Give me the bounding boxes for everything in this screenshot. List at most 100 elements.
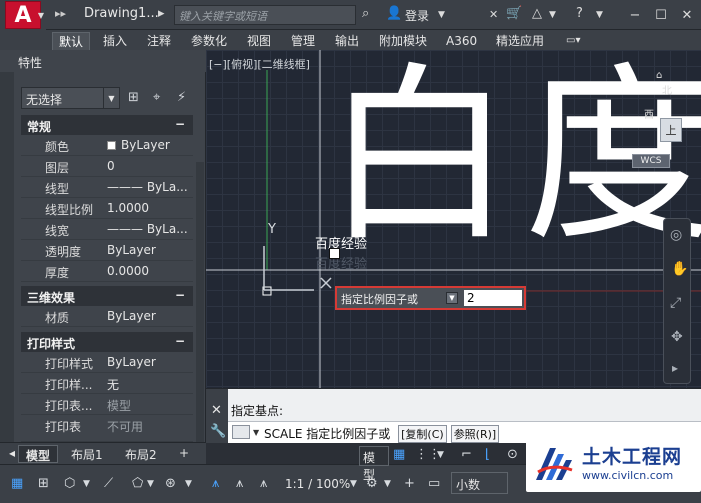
help-icon[interactable]: ? xyxy=(576,6,583,21)
viewcube-home-icon[interactable]: ⌂ xyxy=(656,70,662,81)
grid-icon[interactable]: ▦ xyxy=(393,447,405,462)
prop-row-material[interactable]: 材质 ByLayer xyxy=(21,306,193,327)
civilcn-logo-icon xyxy=(536,448,573,480)
prop-row-plot-type[interactable]: 打印表 不可用 xyxy=(21,415,193,442)
snap-mode-icon[interactable]: ⊞ xyxy=(38,476,49,491)
palette-scrollbar[interactable] xyxy=(196,162,204,442)
wcs-menu[interactable]: WCS xyxy=(632,154,670,168)
customize-icon[interactable]: 🔧 xyxy=(210,424,226,439)
option-reference[interactable]: 参照(R)] xyxy=(450,425,500,443)
title-more-icon[interactable]: ▸ xyxy=(158,6,165,21)
text-grip[interactable] xyxy=(329,248,340,259)
infer-constraints-icon[interactable]: ⌐ xyxy=(461,447,472,462)
tab-model[interactable]: 模型 xyxy=(18,445,59,463)
tab-layout1[interactable]: 布局1 xyxy=(64,445,110,463)
login-dropdown-icon[interactable]: ▼ xyxy=(438,10,445,20)
prop-row-lineweight[interactable]: 线宽 ——— ByLa... xyxy=(21,219,193,240)
quick-access-expand-icon[interactable]: ▸▸ xyxy=(55,7,66,20)
tab-manage[interactable]: 管理 xyxy=(285,32,321,50)
section-3d-effects[interactable]: 三维效果 − xyxy=(21,286,193,306)
dynamic-ucs-icon[interactable]: ⟋ xyxy=(104,476,113,491)
section-general[interactable]: 常规 − xyxy=(21,115,193,135)
prop-row-plot-style[interactable]: 打印样式 ByLayer xyxy=(21,352,193,373)
close-button[interactable]: ✕ xyxy=(676,5,698,25)
binoculars-icon[interactable]: ⌕ xyxy=(362,6,369,21)
toggle-pickadd-icon[interactable]: ⊞ xyxy=(128,90,139,105)
annotation-scale-icon[interactable]: ⩚ xyxy=(260,476,267,491)
select-objects-icon[interactable]: ⌖ xyxy=(153,90,160,105)
tab-output[interactable]: 输出 xyxy=(329,32,365,50)
recent-commands-icon[interactable] xyxy=(232,425,250,439)
chevron-down-icon[interactable]: ▼ xyxy=(350,479,357,489)
close-command-icon[interactable]: ✕ xyxy=(211,403,222,418)
annotation-visibility-icon[interactable]: ⩚ xyxy=(212,476,219,491)
3d-object-snap-icon[interactable]: ⬡ xyxy=(64,476,75,491)
units-icon[interactable]: ▭ xyxy=(428,476,440,491)
ortho-icon[interactable]: ⌊ xyxy=(485,447,490,462)
scale-factor-input[interactable] xyxy=(464,290,522,306)
large-text-char-1[interactable]: 白 xyxy=(324,62,514,252)
annotation-monitor-icon[interactable]: + xyxy=(404,476,415,491)
chevron-down-icon[interactable]: ▼ xyxy=(437,450,444,460)
tab-insert[interactable]: 插入 xyxy=(97,32,133,50)
exchange-icon[interactable]: ✕ xyxy=(489,8,498,21)
section-plot-style[interactable]: 打印样式 − xyxy=(21,332,193,352)
grid-display-icon[interactable]: ▦ xyxy=(11,476,23,491)
prop-row-layer[interactable]: 图层 0 xyxy=(21,156,193,177)
pan-icon[interactable]: ✋ xyxy=(671,261,688,277)
tab-featured-apps[interactable]: 精选应用 xyxy=(490,32,550,50)
prop-row-transparency[interactable]: 透明度 ByLayer xyxy=(21,240,193,261)
polar-tracking-icon[interactable]: ⊙ xyxy=(507,447,518,462)
gizmo-icon[interactable]: ⊛ xyxy=(165,476,176,491)
prop-row-plot-table[interactable]: 打印样... 无 xyxy=(21,373,193,394)
tab-view[interactable]: 视图 xyxy=(241,32,277,50)
viewcube-face-top[interactable]: 上 xyxy=(660,118,682,142)
auto-scale-icon[interactable]: ⩚ xyxy=(236,476,243,491)
user-icon[interactable]: 👤 xyxy=(386,6,402,21)
a360-icon[interactable]: △ xyxy=(532,6,542,21)
chevron-down-icon[interactable]: ▼ xyxy=(147,479,154,489)
prop-row-plot-attached[interactable]: 打印表... 模型 xyxy=(21,394,193,415)
tab-a360[interactable]: A360 xyxy=(440,32,483,50)
palette-title-strip[interactable] xyxy=(0,72,14,442)
cart-icon[interactable]: 🛒 xyxy=(506,6,522,21)
minimize-button[interactable]: − xyxy=(624,5,646,25)
a360-dropdown-icon[interactable]: ▼ xyxy=(549,10,556,20)
application-menu-button[interactable]: A ▼ xyxy=(0,0,46,30)
search-input[interactable]: 键入关键字或短语 xyxy=(174,5,356,25)
login-link[interactable]: 登录 xyxy=(405,7,429,24)
prop-row-color[interactable]: 颜色 ByLayer xyxy=(21,135,193,156)
tab-annotate[interactable]: 注释 xyxy=(141,32,177,50)
option-copy[interactable]: [复制(C) xyxy=(398,425,447,443)
prop-key: 厚度 xyxy=(45,266,70,280)
steering-wheel-icon[interactable]: ◎ xyxy=(670,227,682,243)
model-space-button[interactable]: 模型 xyxy=(359,446,389,482)
text-object[interactable]: 百度经验 xyxy=(315,233,367,252)
annotation-scale-value[interactable]: 1:1 / 100% xyxy=(285,477,350,491)
selection-dropdown[interactable]: 无选择 ▼ xyxy=(21,87,120,109)
tab-default[interactable]: 默认 xyxy=(52,32,91,50)
selection-filter-icon[interactable]: ⬠ xyxy=(132,476,143,491)
zoom-extents-icon[interactable]: ⤢ xyxy=(670,295,681,311)
units-dropdown[interactable]: 小数 xyxy=(451,472,508,494)
maximize-button[interactable]: ☐ xyxy=(650,5,672,25)
tab-addins[interactable]: 附加模块 xyxy=(373,32,433,50)
prop-row-linetype[interactable]: 线型 ——— ByLa... xyxy=(21,177,193,198)
chevron-down-icon[interactable]: ▼ xyxy=(83,479,90,489)
prompt-options-icon[interactable]: ▼ xyxy=(446,292,458,304)
help-dropdown-icon[interactable]: ▼ xyxy=(596,10,603,20)
ribbon-display-icon[interactable]: ▭▾ xyxy=(560,32,586,50)
chevron-down-icon[interactable]: ▼ xyxy=(185,479,192,489)
units-value: 小数 xyxy=(456,478,481,492)
showmotion-icon[interactable]: ▸ xyxy=(672,361,678,375)
orbit-icon[interactable]: ✥ xyxy=(671,329,683,345)
tab-layout2[interactable]: 布局2 xyxy=(118,445,164,463)
prop-row-thickness[interactable]: 厚度 0.0000 xyxy=(21,261,193,282)
prop-value: ByLayer xyxy=(107,243,156,257)
quick-select-icon[interactable]: ⚡ xyxy=(177,90,186,105)
tab-parametric[interactable]: 参数化 xyxy=(185,32,233,50)
chevron-down-icon[interactable]: ▼ xyxy=(384,479,391,489)
prop-row-linetype-scale[interactable]: 线型比例 1.0000 xyxy=(21,198,193,219)
add-layout-icon[interactable]: + xyxy=(172,445,196,463)
drawing-viewport[interactable]: [−][俯视][二维线框] Y 白 度 百度经验 百度经验 指定比例因子或 ▼ … xyxy=(206,50,701,388)
